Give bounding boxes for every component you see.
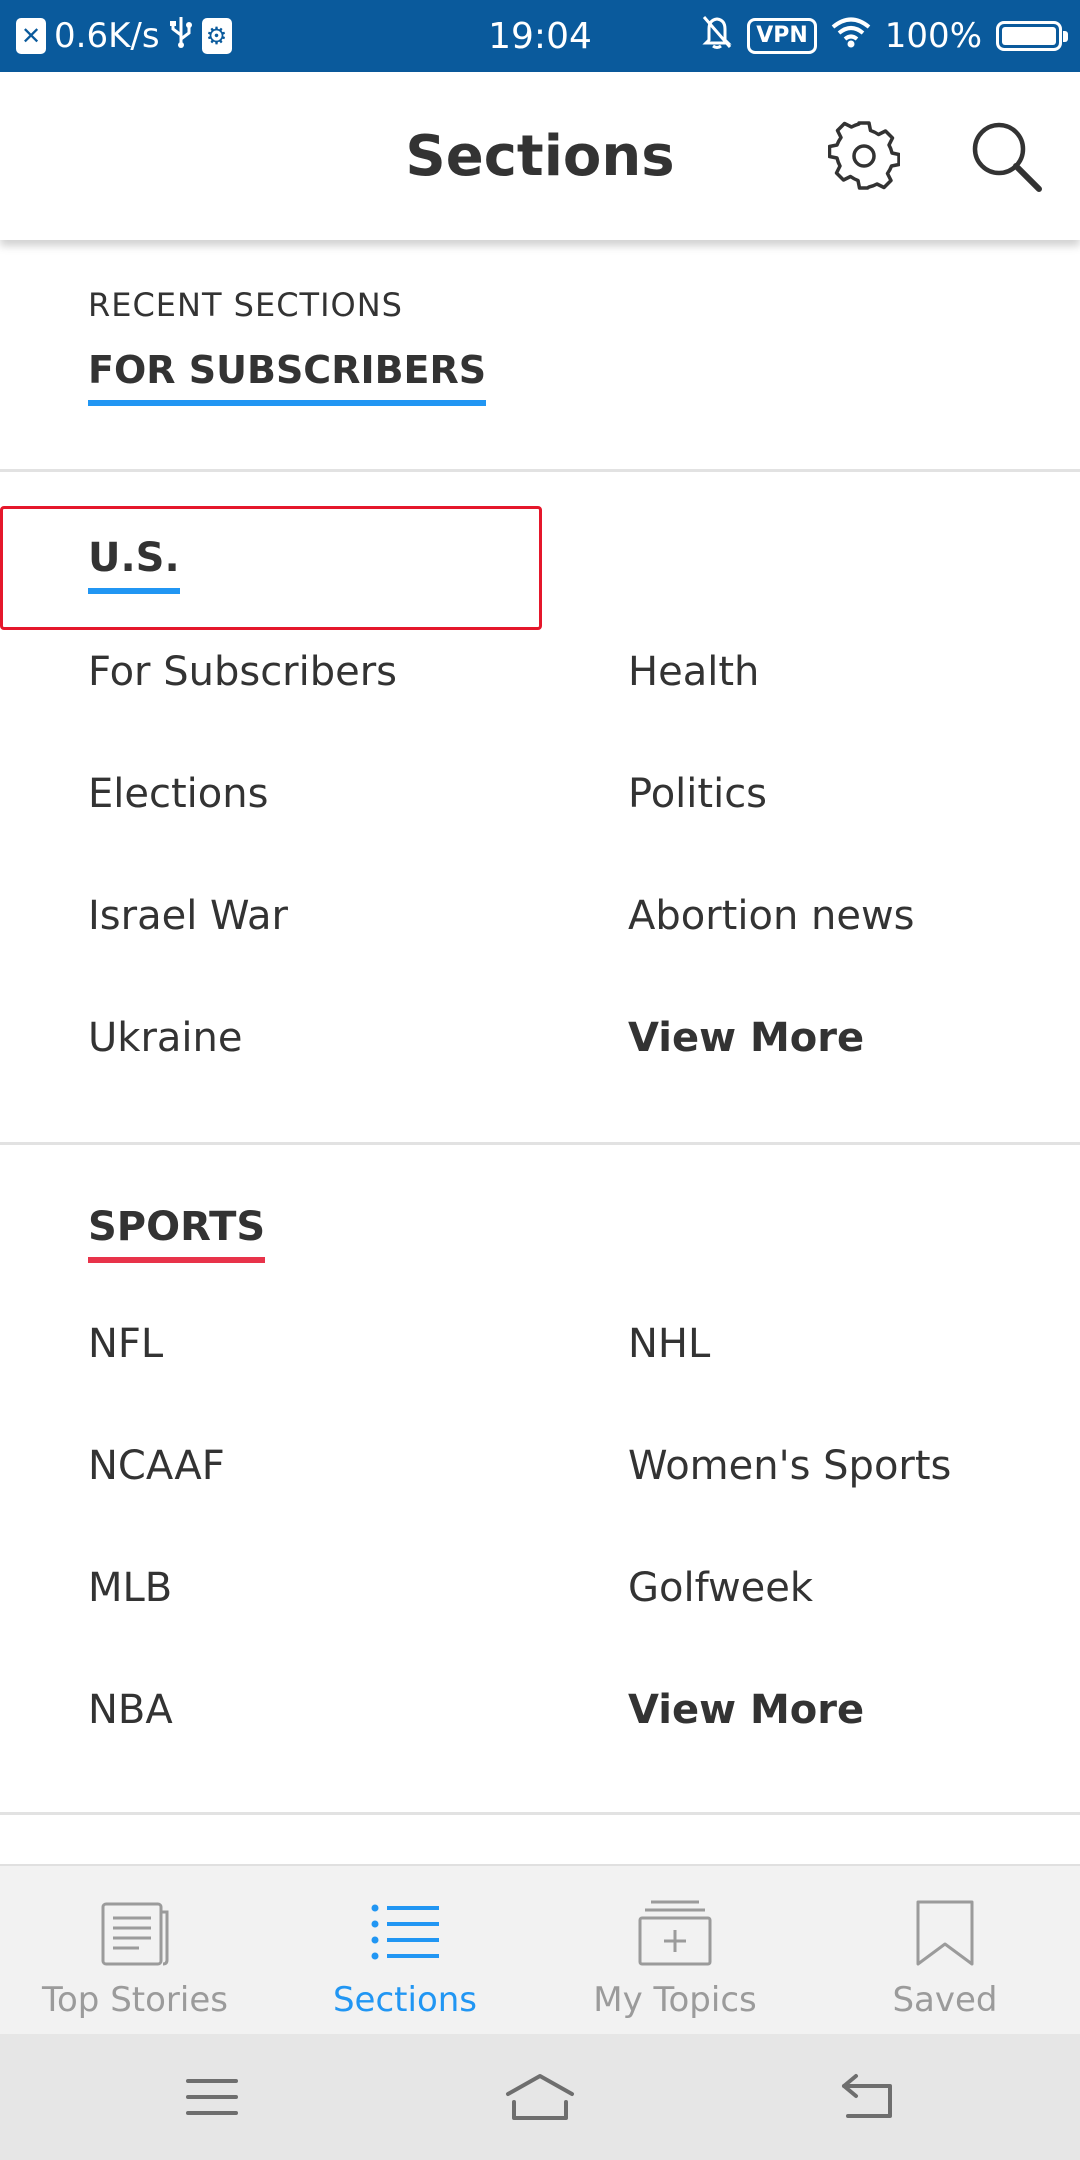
- gear-icon: [828, 121, 900, 190]
- system-home-button[interactable]: [500, 2062, 580, 2132]
- tab-label-top-stories: Top Stories: [42, 1980, 228, 2020]
- tab-label-sections: Sections: [332, 1980, 478, 2020]
- link-nfl[interactable]: NFL: [88, 1320, 628, 1442]
- link-nhl[interactable]: NHL: [628, 1320, 1080, 1442]
- bookmark-icon: [914, 1894, 976, 1972]
- system-back-button[interactable]: [828, 2062, 908, 2132]
- link-ncaaf[interactable]: NCAAF: [88, 1442, 628, 1564]
- add-topic-icon: [637, 1894, 713, 1972]
- wifi-icon: [831, 16, 871, 57]
- link-politics[interactable]: Politics: [628, 770, 1080, 892]
- link-mlb[interactable]: MLB: [88, 1564, 628, 1686]
- tab-top-stories[interactable]: Top Stories: [0, 1866, 270, 2034]
- page-title: Sections: [405, 123, 675, 189]
- system-menu-button[interactable]: [172, 2062, 252, 2132]
- view-more-sports-button[interactable]: View More: [628, 1686, 1080, 1808]
- link-abortion-news[interactable]: Abortion news: [628, 892, 1080, 1014]
- link-nba[interactable]: NBA: [88, 1686, 628, 1808]
- section-sports-links: NFL NHL NCAAF Women's Sports MLB Golfwee…: [88, 1320, 1080, 1808]
- link-israel-war[interactable]: Israel War: [88, 892, 628, 1014]
- recent-section-for-subscribers[interactable]: FOR SUBSCRIBERS: [88, 348, 487, 406]
- link-for-subscribers[interactable]: For Subscribers: [88, 648, 628, 770]
- battery-icon: [996, 21, 1068, 51]
- usb-debug-icon: ⚙: [201, 18, 232, 54]
- section-us: U.S. For Subscribers Health Elections Po…: [0, 472, 1080, 1145]
- list-icon: [369, 1894, 441, 1972]
- home-icon: [506, 2074, 574, 2120]
- bell-off-icon: [701, 14, 733, 59]
- vpn-icon: VPN: [747, 18, 817, 54]
- tab-sections[interactable]: Sections: [270, 1866, 540, 2034]
- search-icon: [972, 122, 1042, 192]
- section-us-links: For Subscribers Health Elections Politic…: [88, 648, 1080, 1136]
- usb-icon: [168, 15, 194, 58]
- settings-button[interactable]: [822, 114, 906, 198]
- link-golfweek[interactable]: Golfweek: [628, 1564, 1080, 1686]
- status-right: VPN 100%: [701, 0, 1068, 72]
- link-womens-sports[interactable]: Women's Sports: [628, 1442, 1080, 1564]
- section-heading-sports[interactable]: SPORTS: [88, 1203, 266, 1263]
- recent-sections-label: RECENT SECTIONS: [88, 286, 403, 324]
- link-health[interactable]: Health: [628, 648, 1080, 770]
- back-icon: [842, 2074, 892, 2118]
- view-more-us-button[interactable]: View More: [628, 1014, 1080, 1136]
- link-ukraine[interactable]: Ukraine: [88, 1014, 628, 1136]
- recent-sections: RECENT SECTIONS FOR SUBSCRIBERS: [0, 240, 1080, 472]
- status-bar: ✕ 0.6K/s ⚙ 19:04 VPN 100%: [0, 0, 1080, 72]
- link-elections[interactable]: Elections: [88, 770, 628, 892]
- app-header: Sections: [0, 72, 1080, 240]
- tab-label-my-topics: My Topics: [593, 1980, 757, 2020]
- status-left: ✕ 0.6K/s ⚙: [16, 0, 232, 72]
- search-button[interactable]: [964, 114, 1048, 198]
- section-heading-us[interactable]: U.S.: [88, 534, 180, 594]
- battery-level: [1002, 27, 1056, 45]
- battery-percent: 100%: [884, 16, 982, 56]
- newspaper-icon: [99, 1894, 171, 1972]
- network-speed: 0.6K/s: [54, 16, 160, 56]
- close-notification-icon: ✕: [16, 18, 46, 54]
- section-sports: SPORTS NFL NHL NCAAF Women's Sports MLB …: [0, 1145, 1080, 1815]
- bottom-navigation: Top Stories Sections My Topics Saved: [0, 1864, 1080, 2034]
- tab-label-saved: Saved: [892, 1980, 998, 2020]
- menu-icon: [186, 2079, 238, 2115]
- tab-my-topics[interactable]: My Topics: [540, 1866, 810, 2034]
- system-navigation-bar: [0, 2034, 1080, 2160]
- tab-saved[interactable]: Saved: [810, 1866, 1080, 2034]
